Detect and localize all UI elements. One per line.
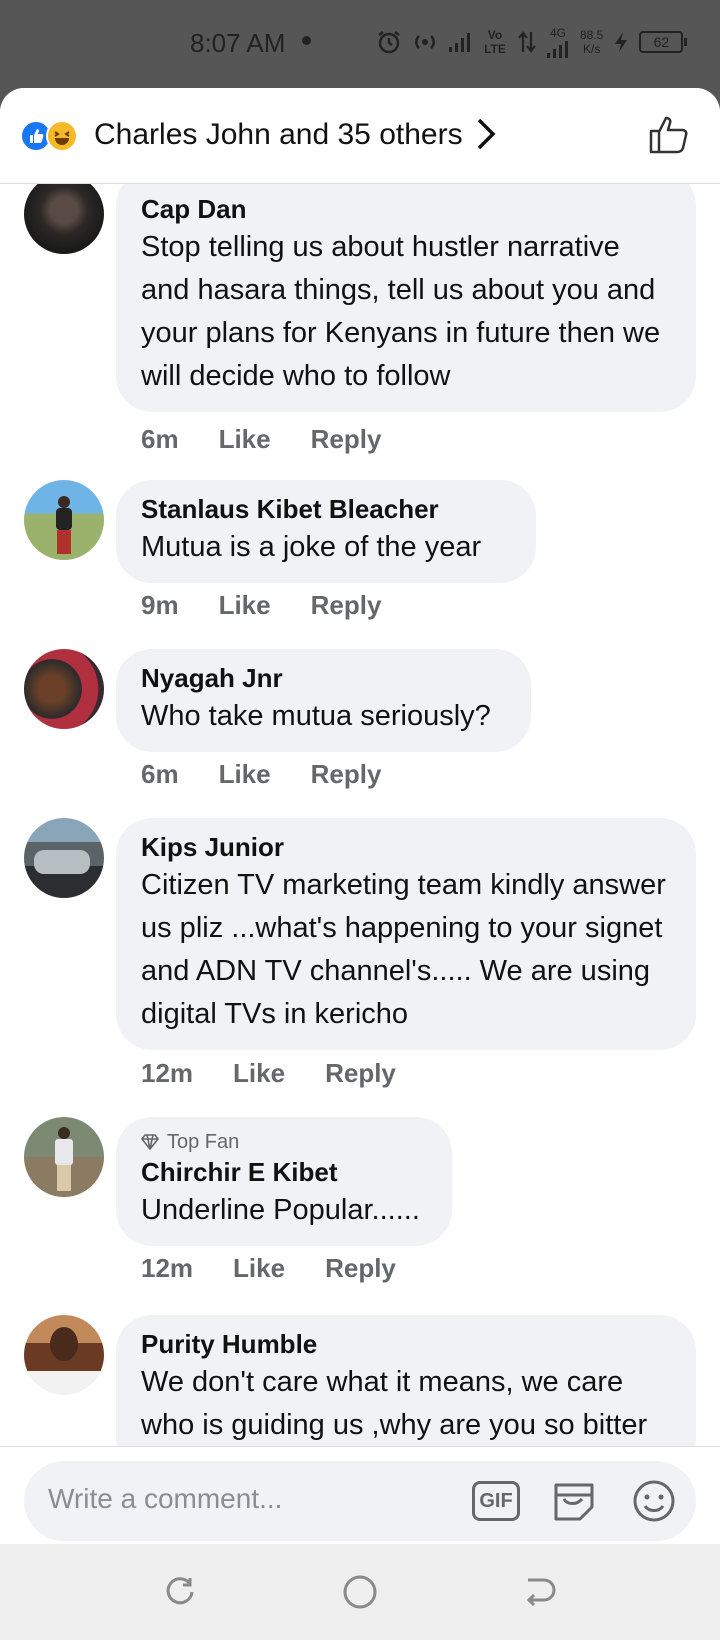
- hotspot-icon: [415, 35, 435, 49]
- notification-dot: [302, 36, 311, 45]
- reply-link[interactable]: Reply: [325, 1058, 396, 1089]
- speed-unit: K/s: [583, 42, 601, 56]
- comment-composer: Write a comment... GIF: [0, 1446, 720, 1544]
- comment-text: Citizen TV marketing team kindly answer …: [141, 869, 666, 1030]
- speed-value: 88.5: [580, 28, 604, 42]
- reactors-label: Charles John and 35 others: [94, 118, 463, 151]
- status-bar: 8:07 AM Vo LTE 4G 88.5 K/s 62: [0, 0, 720, 88]
- charging-icon: [615, 32, 628, 52]
- gif-button[interactable]: GIF: [472, 1481, 520, 1521]
- like-button-icon[interactable]: [648, 112, 692, 156]
- back-icon[interactable]: [520, 1572, 560, 1612]
- system-nav-bar: [0, 1544, 720, 1640]
- like-link[interactable]: Like: [233, 1058, 285, 1089]
- like-link[interactable]: Like: [219, 424, 271, 455]
- comment-time: 6m: [141, 759, 179, 789]
- chevron-right-icon: [477, 118, 496, 150]
- avatar[interactable]: [24, 184, 104, 254]
- reaction-icons: [20, 120, 78, 152]
- reply-link[interactable]: Reply: [325, 1253, 396, 1284]
- volte-label: Vo LTE: [484, 28, 506, 56]
- comment-time: 9m: [141, 590, 179, 620]
- reply-link[interactable]: Reply: [311, 424, 382, 455]
- emoji-icon[interactable]: [630, 1477, 678, 1525]
- comment-actions: 9m Like Reply: [141, 590, 381, 621]
- status-time: 8:07 AM: [190, 28, 286, 58]
- comment-input[interactable]: Write a comment... GIF: [24, 1461, 696, 1541]
- comment-bubble[interactable]: Cap Dan Stop telling us about hustler na…: [116, 184, 696, 412]
- avatar[interactable]: [24, 649, 104, 729]
- reply-link[interactable]: Reply: [311, 759, 382, 790]
- comment-bubble[interactable]: Purity Humble We don't care what it mean…: [116, 1315, 696, 1446]
- comments-sheet: Charles John and 35 others Cap Dan Stop …: [0, 88, 720, 1544]
- avatar[interactable]: [24, 480, 104, 560]
- comment-actions: 6m Like Reply: [141, 759, 381, 790]
- battery-icon: 62: [639, 31, 688, 53]
- comment-text: Stop telling us about hustler narrative …: [141, 231, 661, 392]
- reply-link[interactable]: Reply: [311, 590, 382, 621]
- signal-icon: [449, 33, 470, 52]
- comment-bubble[interactable]: Top Fan Chirchir E Kibet Underline Popul…: [116, 1117, 452, 1246]
- recents-icon[interactable]: [160, 1572, 200, 1612]
- home-icon[interactable]: [340, 1572, 380, 1612]
- avatar[interactable]: [24, 1117, 104, 1197]
- comments-list: Cap Dan Stop telling us about hustler na…: [0, 184, 720, 1446]
- comment-text: Who take mutua seriously?: [141, 700, 491, 732]
- avatar[interactable]: [24, 1315, 104, 1395]
- badge-label: Top Fan: [167, 1131, 240, 1153]
- comment-actions: 12m Like Reply: [141, 1058, 396, 1089]
- comment-placeholder: Write a comment...: [48, 1483, 283, 1514]
- haha-reaction-icon: [46, 120, 78, 152]
- signal-icon-2: [547, 41, 568, 58]
- comment-author[interactable]: Cap Dan: [141, 192, 670, 226]
- comment-actions: 6m Like Reply: [141, 424, 381, 455]
- reactions-header[interactable]: Charles John and 35 others: [0, 88, 720, 184]
- comment-author[interactable]: Stanlaus Kibet Bleacher: [141, 492, 510, 526]
- alarm-icon: [378, 31, 400, 54]
- top-fan-badge: Top Fan: [141, 1129, 426, 1155]
- comment-bubble[interactable]: Nyagah Jnr Who take mutua seriously?: [116, 649, 531, 752]
- comment-time: 12m: [141, 1058, 194, 1088]
- comment-bubble[interactable]: Stanlaus Kibet Bleacher Mutua is a joke …: [116, 480, 536, 583]
- like-link[interactable]: Like: [233, 1253, 285, 1284]
- diamond-icon: [141, 1134, 159, 1150]
- like-link[interactable]: Like: [219, 759, 271, 790]
- comment-bubble[interactable]: Kips Junior Citizen TV marketing team ki…: [116, 818, 696, 1050]
- comment-author[interactable]: Purity Humble: [141, 1327, 670, 1361]
- comment-author[interactable]: Nyagah Jnr: [141, 661, 505, 695]
- comment-text: Underline Popular......: [141, 1194, 420, 1226]
- comment-text: Mutua is a joke of the year: [141, 531, 482, 563]
- comment-author[interactable]: Chirchir E Kibet: [141, 1155, 426, 1189]
- status-icons: Vo LTE 4G 88.5 K/s 62: [376, 26, 688, 58]
- like-link[interactable]: Like: [219, 590, 271, 621]
- comment-text: We don't care what it means, we care who…: [141, 1366, 648, 1441]
- network-type: 4G: [549, 26, 566, 40]
- sticker-icon[interactable]: [550, 1477, 598, 1525]
- comment-time: 12m: [141, 1253, 194, 1283]
- comment-actions: 12m Like Reply: [141, 1253, 396, 1284]
- comment-author[interactable]: Kips Junior: [141, 830, 670, 864]
- avatar[interactable]: [24, 818, 104, 898]
- comment-time: 6m: [141, 424, 179, 454]
- data-arrows-icon: [518, 31, 536, 53]
